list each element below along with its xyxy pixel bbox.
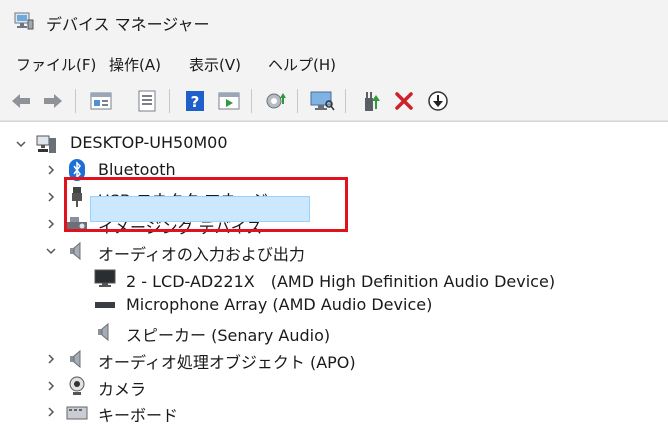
enable-device-icon[interactable]	[358, 88, 384, 114]
menu-help[interactable]: ヘルプ(H)	[268, 54, 336, 75]
device-microphone-array[interactable]: Microphone Array (AMD Audio Device)	[126, 295, 432, 314]
disable-icon[interactable]	[425, 88, 451, 114]
device-lcd-ad221x[interactable]: 2 - LCD-AD221X (AMD High Definition Audi…	[126, 268, 555, 292]
speaker-icon	[66, 240, 88, 262]
category-keyboards[interactable]: キーボード	[98, 402, 178, 426]
uninstall-icon[interactable]	[391, 88, 417, 114]
tree-root-computer[interactable]: DESKTOP-UH50M00	[70, 133, 228, 152]
properties-icon[interactable]	[88, 88, 114, 114]
speaker-icon	[66, 348, 88, 370]
window-title: デバイス マネージャー	[46, 15, 210, 34]
chevron-right-icon[interactable]	[44, 163, 58, 177]
menu-action[interactable]: 操作(A)	[109, 54, 161, 75]
details-view-icon[interactable]	[216, 88, 242, 114]
update-driver-icon[interactable]	[263, 88, 289, 114]
toolbar-separator	[251, 89, 252, 113]
chevron-right-icon[interactable]	[44, 405, 58, 419]
show-hidden-icon[interactable]	[134, 88, 160, 114]
title-bar: デバイス マネージャー	[0, 0, 668, 44]
category-cameras[interactable]: カメラ	[98, 376, 146, 400]
chevron-right-icon[interactable]	[44, 190, 58, 204]
device-manager-icon	[14, 12, 34, 30]
chevron-down-icon[interactable]	[44, 244, 58, 258]
toolbar: ?	[0, 82, 668, 121]
help-icon[interactable]: ?	[182, 88, 208, 114]
back-icon[interactable]	[8, 88, 34, 114]
webcam-icon	[66, 375, 88, 397]
microphone-icon	[94, 294, 116, 316]
toolbar-separator	[297, 89, 298, 113]
chevron-right-icon[interactable]	[44, 217, 58, 231]
menu-view[interactable]: 表示(V)	[189, 54, 241, 75]
scan-hardware-icon[interactable]	[309, 88, 335, 114]
toolbar-separator	[345, 89, 346, 113]
svg-text:?: ?	[191, 93, 200, 111]
toolbar-separator	[75, 89, 76, 113]
chevron-right-icon[interactable]	[44, 379, 58, 393]
annotation-highlight-box	[64, 177, 348, 232]
device-speaker-senary-audio[interactable]: スピーカー (Senary Audio)	[126, 322, 330, 346]
category-audio-processing-objects[interactable]: オーディオ処理オブジェクト (APO)	[98, 349, 356, 373]
category-audio-inputs-outputs[interactable]: オーディオの入力および出力	[98, 241, 305, 265]
speaker-icon	[94, 321, 116, 343]
computer-icon	[36, 133, 58, 155]
forward-icon[interactable]	[40, 88, 66, 114]
chevron-right-icon[interactable]	[44, 352, 58, 366]
menu-file[interactable]: ファイル(F)	[16, 54, 96, 75]
monitor-icon	[94, 267, 116, 289]
menu-bar: ファイル(F) 操作(A) 表示(V) ヘルプ(H)	[0, 44, 668, 82]
keyboard-icon	[66, 402, 88, 424]
chevron-down-icon[interactable]	[14, 137, 28, 151]
toolbar-separator	[169, 89, 170, 113]
